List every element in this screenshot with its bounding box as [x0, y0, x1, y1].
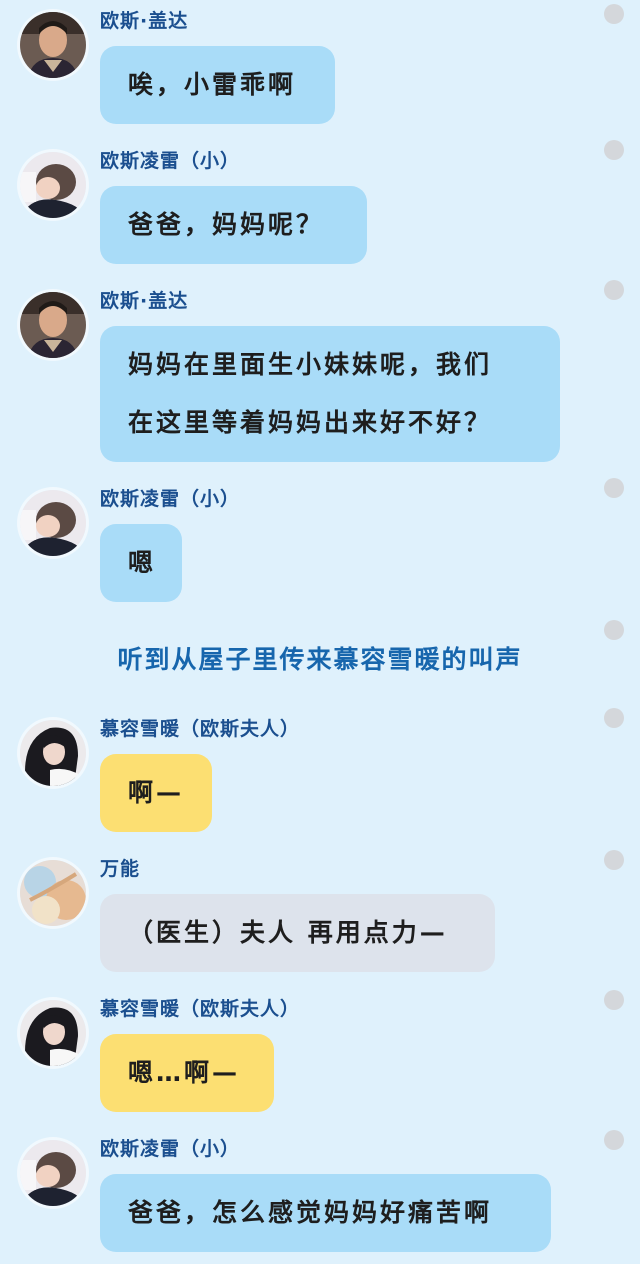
- sender-name: 欧斯凌雷（小）: [100, 488, 241, 510]
- status-dot: [604, 708, 624, 728]
- sender-name: 欧斯·盖达: [100, 290, 189, 312]
- sender-name: 欧斯凌雷（小）: [100, 1138, 241, 1160]
- child-portrait-avatar[interactable]: [20, 152, 86, 218]
- child-portrait-avatar[interactable]: [20, 490, 86, 556]
- dark-haired-woman-avatar[interactable]: [20, 1000, 86, 1066]
- man-portrait-avatar[interactable]: [20, 12, 86, 78]
- message-bubble[interactable]: 嗯…啊—: [100, 1034, 274, 1112]
- dark-haired-woman-avatar[interactable]: [20, 720, 86, 786]
- sender-name: 慕容雪暖（欧斯夫人）: [100, 718, 301, 740]
- message-bubble[interactable]: 啊—: [100, 754, 212, 832]
- pastel-artwork-avatar[interactable]: [20, 860, 86, 926]
- man-portrait-avatar[interactable]: [20, 292, 86, 358]
- status-dot: [604, 620, 624, 640]
- sender-name: 欧斯凌雷（小）: [100, 150, 241, 172]
- child-portrait-avatar[interactable]: [20, 1140, 86, 1206]
- status-dot: [604, 990, 624, 1010]
- status-dot: [604, 4, 624, 24]
- status-dot: [604, 478, 624, 498]
- message-bubble[interactable]: （医生）夫人 再用点力—: [100, 894, 495, 972]
- message-bubble[interactable]: 唉，小雷乖啊: [100, 46, 335, 124]
- narration-text: 听到从屋子里传来慕容雪暖的叫声: [117, 645, 523, 674]
- message-line: 在这里等着妈妈出来好不好？: [128, 408, 493, 437]
- sender-name: 万能: [100, 858, 141, 880]
- message-bubble[interactable]: 嗯: [100, 524, 182, 602]
- sender-name: 慕容雪暖（欧斯夫人）: [100, 998, 301, 1020]
- message-bubble[interactable]: 妈妈在里面生小妹妹呢，我们 在这里等着妈妈出来好不好？: [100, 326, 560, 462]
- sender-name: 欧斯·盖达: [100, 10, 189, 32]
- status-dot: [604, 1130, 624, 1150]
- message-bubble[interactable]: 爸爸，妈妈呢？: [100, 186, 367, 264]
- status-dot: [604, 140, 624, 160]
- status-dot: [604, 850, 624, 870]
- status-dot: [604, 280, 624, 300]
- message-line: 妈妈在里面生小妹妹呢，我们: [128, 350, 493, 379]
- message-bubble[interactable]: 爸爸，怎么感觉妈妈好痛苦啊: [100, 1174, 551, 1252]
- chat-log: 欧斯·盖达 唉，小雷乖啊 欧斯凌雷（小） 爸爸，妈妈呢？ 欧斯·盖达 妈妈在里面…: [0, 0, 640, 1264]
